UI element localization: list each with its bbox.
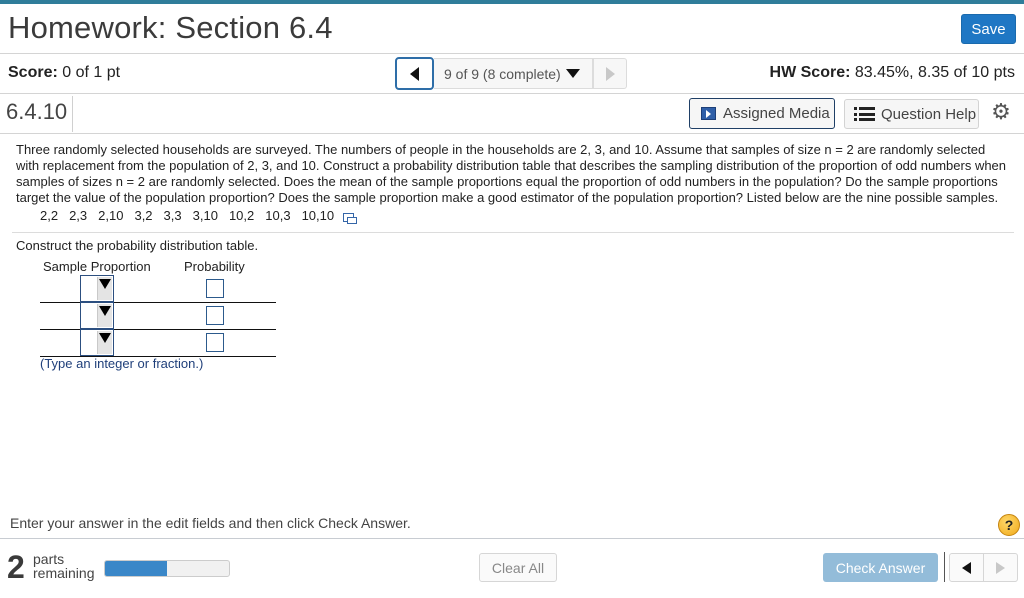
footer-question-navigator xyxy=(949,553,1018,582)
divider xyxy=(72,96,73,132)
column-header-probability: Probability xyxy=(184,259,245,274)
hw-score-value: 83.45%, 8.35 of 10 pts xyxy=(854,64,1015,81)
copy-data-icon[interactable] xyxy=(343,213,358,224)
divider xyxy=(12,232,1014,233)
question-number: 6.4.10 xyxy=(6,99,68,124)
caret-down-icon xyxy=(565,69,580,78)
input-hint: (Type an integer or fraction.) xyxy=(40,356,204,371)
top-accent-bar xyxy=(0,0,1024,4)
parts-progress-bar xyxy=(104,560,230,577)
divider xyxy=(0,93,1024,94)
help-icon[interactable]: ? xyxy=(998,514,1020,536)
chevron-left-icon xyxy=(410,66,419,81)
clear-all-button[interactable]: Clear All xyxy=(479,553,557,582)
sample-list: 2,2 2,3 2,10 3,2 3,3 3,10 10,2 10,3 10,1… xyxy=(40,208,358,224)
sample-item: 10,2 xyxy=(228,208,255,223)
parts-label-line1: parts xyxy=(33,551,65,567)
previous-question-button[interactable] xyxy=(395,57,434,90)
sample-proportion-dropdown[interactable] xyxy=(80,302,114,329)
footer-message: Enter your answer in the edit fields and… xyxy=(10,515,411,531)
assigned-media-button[interactable]: Assigned Media xyxy=(689,98,835,129)
chevron-right-icon xyxy=(996,561,1005,574)
sample-proportion-dropdown[interactable] xyxy=(80,275,114,302)
probability-input[interactable] xyxy=(206,279,224,298)
probability-input[interactable] xyxy=(206,333,224,352)
check-answer-button[interactable]: Check Answer xyxy=(823,553,938,582)
question-select-dropdown[interactable]: 9 of 9 (8 complete) xyxy=(434,58,593,89)
dropdown-arrow-icon xyxy=(97,277,112,300)
sample-item: 3,2 xyxy=(134,208,153,223)
dropdown-arrow-icon xyxy=(97,331,112,354)
next-question-button[interactable] xyxy=(593,58,627,89)
progress-fill xyxy=(105,561,167,576)
answer-instruction: Construct the probability distribution t… xyxy=(16,238,259,253)
score: Score: 0 of 1 pt xyxy=(8,64,120,82)
parts-remaining-count: 2 xyxy=(7,549,25,585)
chevron-right-icon xyxy=(605,66,615,81)
sample-item: 2,3 xyxy=(69,208,88,223)
list-icon xyxy=(854,107,875,121)
question-help-button[interactable]: Question Help xyxy=(844,99,979,129)
save-button[interactable]: Save xyxy=(961,14,1016,44)
divider xyxy=(0,53,1024,54)
table-row-divider xyxy=(40,302,276,303)
sample-item: 2,2 xyxy=(40,208,59,223)
sample-item: 3,3 xyxy=(163,208,182,223)
score-value: 0 of 1 pt xyxy=(62,64,121,81)
parts-label-line2: remaining xyxy=(33,565,95,581)
hw-score: HW Score: 83.45%, 8.35 of 10 pts xyxy=(770,64,1015,82)
question-select-label: 9 of 9 (8 complete) xyxy=(444,65,561,82)
footer-previous-button[interactable] xyxy=(950,554,984,581)
column-header-sample-proportion: Sample Proportion xyxy=(43,259,151,274)
sample-item: 2,10 xyxy=(98,208,124,223)
assigned-media-label: Assigned Media xyxy=(723,105,830,122)
question-navigator: 9 of 9 (8 complete) xyxy=(395,57,627,90)
sample-proportion-dropdown[interactable] xyxy=(80,329,114,356)
question-text: Three randomly selected households are s… xyxy=(16,142,1007,205)
footer-next-button[interactable] xyxy=(984,554,1017,581)
divider xyxy=(0,133,1024,134)
table-row-divider xyxy=(40,329,276,330)
question-help-label: Question Help xyxy=(881,105,977,123)
dropdown-arrow-icon xyxy=(97,304,112,327)
parts-remaining-label: parts remaining xyxy=(33,552,94,580)
video-icon xyxy=(701,107,716,120)
page-title: Homework: Section 6.4 xyxy=(8,10,333,45)
hw-score-label: HW Score: xyxy=(769,64,851,81)
score-label: Score: xyxy=(8,64,58,81)
sample-item: 3,10 xyxy=(192,208,218,223)
sample-item: 10,3 xyxy=(265,208,291,223)
divider xyxy=(0,538,1024,539)
divider xyxy=(944,552,945,582)
probability-input[interactable] xyxy=(206,306,224,325)
gear-icon[interactable]: ⚙ xyxy=(990,101,1012,123)
chevron-left-icon xyxy=(962,561,971,574)
sample-item: 10,10 xyxy=(301,208,335,223)
